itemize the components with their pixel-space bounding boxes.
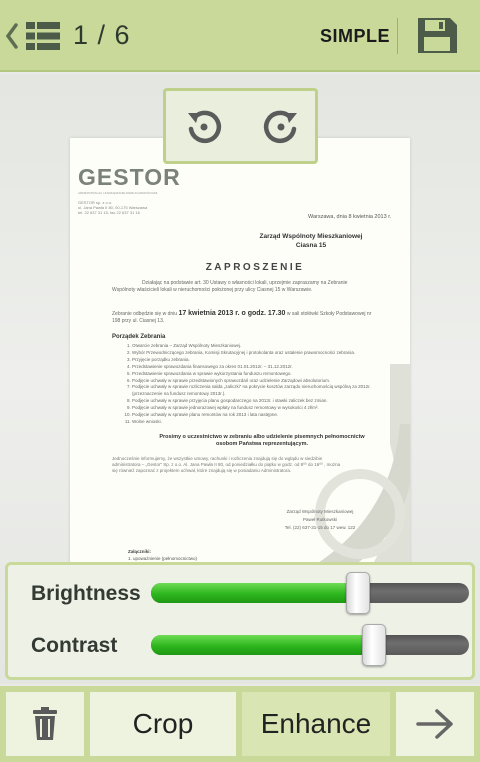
agenda-item: Podjęcie uchwały w sprawie jednorazowej … (132, 405, 372, 412)
company-logo: GESTOR (78, 164, 181, 190)
rotate-panel (163, 88, 318, 164)
rotate-right-icon[interactable] (261, 107, 301, 147)
agenda-item: Przedstawienie sprawozdania w sprawie wy… (132, 371, 372, 378)
intro-paragraph: Działając na podstawie art. 30 Ustawy o … (112, 280, 348, 293)
agenda-item: Wybór Przewodniczącego zebrania, Komisji… (132, 350, 372, 357)
meeting-prefix: Zebranie odbędzie się w dniu (112, 311, 178, 317)
trash-icon (33, 707, 57, 740)
request-line: osobom Państwa reprezentującym. (216, 441, 308, 447)
signature-block: Zarząd Wspólnoty Mieszkaniowej Paweł Rut… (260, 508, 380, 532)
next-button[interactable] (396, 692, 474, 756)
agenda-item: Podjęcie uchwały w sprawie przyjęcia pla… (132, 398, 372, 405)
contrast-label: Contrast (31, 634, 118, 657)
recipient-line: Ciasna 15 (295, 242, 327, 249)
agenda-list: Otwarcie zebrania – Zarząd Wspólnoty Mie… (132, 343, 372, 426)
brightness-label: Brightness (31, 582, 141, 605)
agenda-item: Podjęcie uchwały w sprawie rozliczenia s… (132, 384, 372, 398)
contrast-slider-track[interactable] (151, 635, 469, 655)
brightness-slider-thumb[interactable] (345, 572, 370, 614)
agenda-item: Przyjęcie porządku zebrania. (132, 357, 372, 364)
rotate-left-icon[interactable] (184, 107, 224, 147)
arrow-right-icon (416, 709, 453, 739)
meeting-date: 17 kwietnia 2013 r. o godz. 17.30 (178, 310, 286, 317)
agenda-item: Wolne wnioski. (132, 419, 372, 426)
document-title: ZAPROSZENIE (205, 262, 305, 273)
signature-line: Tel. (22) 637-31-15 do 17 wew. 122 (284, 525, 356, 530)
agenda-title: Porządek Zebrania (112, 334, 166, 340)
scanned-document: GESTOR ADMINISTRACJA I ZARZĄDZANIE NIERU… (70, 138, 410, 578)
delete-button[interactable] (6, 692, 84, 756)
adjustments-panel: Brightness Contrast (5, 562, 475, 680)
contrast-slider-fill (151, 635, 374, 655)
sender-address: GESTOR sp. z o.o. ul. Jana Pawła II 80, … (78, 200, 168, 215)
agenda-item: Przedstawienie sprawozdania finansowego … (132, 364, 372, 371)
meeting-paragraph: Zebranie odbędzie się w dniu 17 kwietnia… (112, 310, 372, 325)
divider (397, 18, 398, 54)
signature-line: Zarząd Wspólnoty Mieszkaniowej (286, 509, 354, 514)
list-icon[interactable] (26, 21, 60, 51)
logo-subtitle: ADMINISTRACJA I ZARZĄDZANIE NIERUCHOMOŚC… (78, 191, 158, 195)
signature-line: Paweł Rutkowski (302, 517, 337, 522)
floppy-disk-icon[interactable] (414, 16, 460, 56)
attachments-title: Załączniki: (128, 549, 152, 554)
info-paragraph: Jednocześnie informujemy, że wszystkie u… (112, 456, 341, 473)
agenda-item: Podjęcie uchwały w sprawie przedstawiony… (132, 378, 372, 385)
recipient-line: Zarząd Wspólnoty Mieszkaniowej (259, 233, 363, 240)
attachments: Załączniki: 1. upoważnienie (pełnomocnic… (128, 548, 197, 562)
bottom-toolbar: Crop Enhance (0, 686, 480, 762)
agenda-item: Podjęcie uchwały w sprawie planu remontó… (132, 412, 372, 419)
mode-toggle[interactable]: SIMPLE (320, 26, 390, 47)
enhance-button[interactable]: Enhance (242, 692, 390, 756)
request-note: Prosimy o uczestnictwo w zebraniu albo u… (132, 434, 392, 448)
letter-date: Warszawa, dnia 8 kwietnia 2013 r. (308, 214, 392, 220)
chevron-left-icon[interactable] (4, 22, 20, 50)
crop-button[interactable]: Crop (90, 692, 236, 756)
page-counter: 1 / 6 (73, 20, 131, 50)
recipient: Zarząd Wspólnoty Mieszkaniowej Ciasna 15 (236, 232, 386, 250)
request-line: Prosimy o uczestnictwo w zebraniu albo u… (159, 434, 365, 440)
agenda-item: Otwarcie zebrania – Zarząd Wspólnoty Mie… (132, 343, 372, 350)
sender-line: tel. 22 637 31 15, fax 22 637 31 16 (78, 210, 140, 215)
brightness-slider-fill (151, 583, 358, 603)
brightness-slider-track[interactable] (151, 583, 469, 603)
top-bar: 1 / 6 SIMPLE (0, 0, 480, 72)
contrast-slider-thumb[interactable] (361, 624, 386, 666)
attachment-item: 1. upoważnienie (pełnomocnictwo) (128, 556, 198, 561)
